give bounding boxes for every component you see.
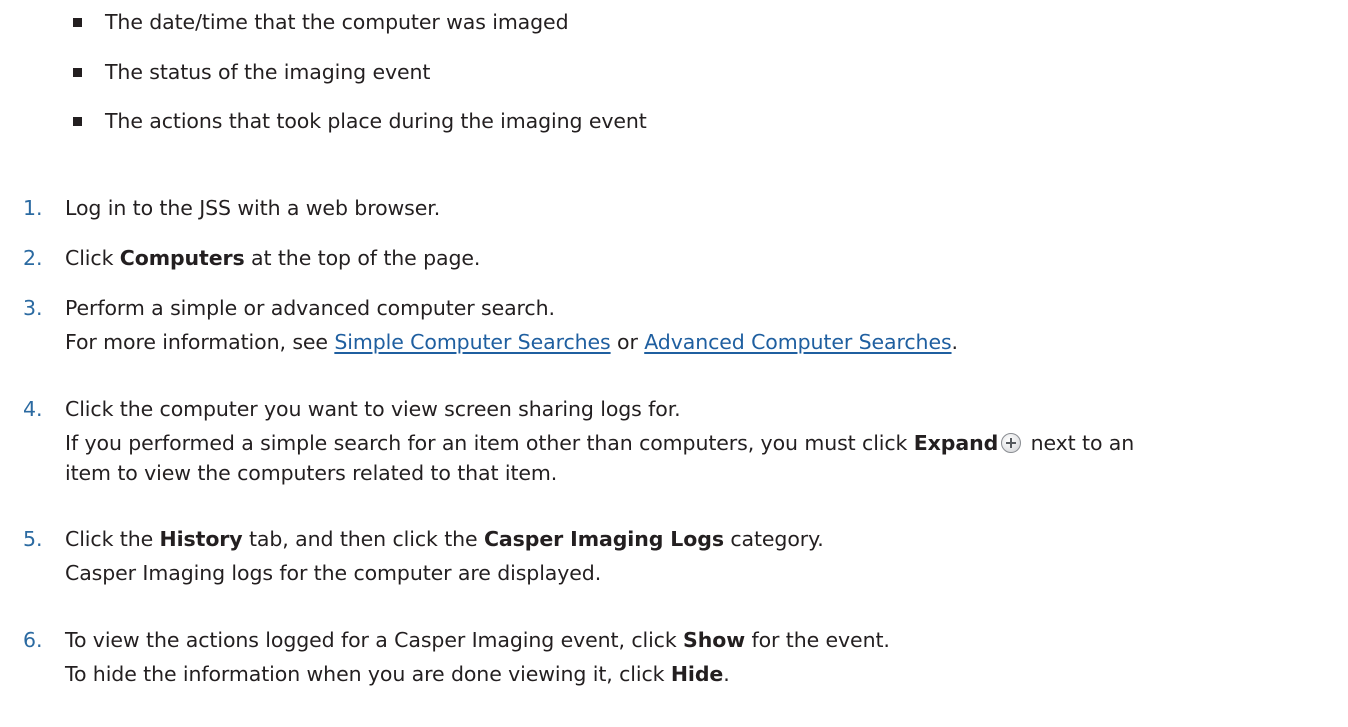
computers-label: Computers — [119, 246, 245, 270]
step-text-part: For more information, see — [65, 330, 335, 354]
step-number: 2. — [23, 246, 43, 270]
step-text-part: If you performed a simple search for an … — [65, 431, 914, 455]
show-label: Show — [683, 628, 746, 652]
bullet-item: The status of the imaging event — [73, 57, 430, 87]
step-number: 4. — [23, 397, 43, 421]
step-text-part: To view the actions logged for a Casper … — [65, 628, 684, 652]
step-text: Click the computer you want to view scre… — [65, 397, 681, 421]
step-text: Log in to the JSS with a web browser. — [65, 196, 441, 220]
step-text: Click the History tab, and then click th… — [65, 527, 824, 551]
square-bullet-icon — [73, 67, 82, 77]
step-number: 5. — [23, 527, 43, 551]
bullet-item: The actions that took place during the i… — [73, 106, 647, 136]
step-text-part: tab, and then click the — [242, 527, 484, 551]
step-detail: Casper Imaging logs for the computer are… — [65, 561, 602, 585]
casper-imaging-logs-label: Casper Imaging Logs — [483, 527, 724, 551]
history-tab-label: History — [159, 527, 243, 551]
step-text-part: category. — [723, 527, 824, 551]
step-detail-continued: item to view the computers related to th… — [65, 461, 558, 485]
hide-label: Hide — [670, 662, 724, 686]
step-text-part: Click — [65, 246, 120, 270]
square-bullet-icon — [73, 116, 82, 126]
document-page: The date/time that the computer was imag… — [0, 0, 1348, 727]
expand-plus-icon — [1001, 433, 1022, 453]
step-text: Perform a simple or advanced computer se… — [65, 296, 555, 320]
step-number: 1. — [23, 196, 43, 220]
step-text-part: . — [951, 330, 959, 354]
step-text: To view the actions logged for a Casper … — [65, 628, 890, 652]
step-text-part: or — [610, 330, 645, 354]
bullet-text: The date/time that the computer was imag… — [105, 10, 569, 34]
step-text-part: To hide the information when you are don… — [65, 662, 671, 686]
step-text-part: next to an — [1024, 431, 1135, 455]
advanced-computer-searches-link[interactable]: Advanced Computer Searches — [644, 330, 951, 354]
step-text: Click Computers at the top of the page. — [65, 246, 480, 270]
step-text-part: at the top of the page. — [244, 246, 481, 270]
bullet-text: The actions that took place during the i… — [105, 109, 647, 133]
step-number: 6. — [23, 628, 43, 652]
simple-computer-searches-link[interactable]: Simple Computer Searches — [334, 330, 610, 354]
step-text-part: for the event. — [745, 628, 890, 652]
step-text-part: . — [723, 662, 730, 686]
step-text-part: Click the — [65, 527, 160, 551]
square-bullet-icon — [73, 17, 82, 27]
step-detail: To hide the information when you are don… — [65, 662, 730, 686]
expand-label: Expand — [913, 431, 999, 455]
bullet-item: The date/time that the computer was imag… — [73, 7, 569, 37]
step-number: 3. — [23, 296, 43, 320]
bullet-text: The status of the imaging event — [105, 60, 431, 84]
step-detail: For more information, see Simple Compute… — [65, 330, 958, 354]
step-detail: If you performed a simple search for an … — [65, 431, 1134, 455]
